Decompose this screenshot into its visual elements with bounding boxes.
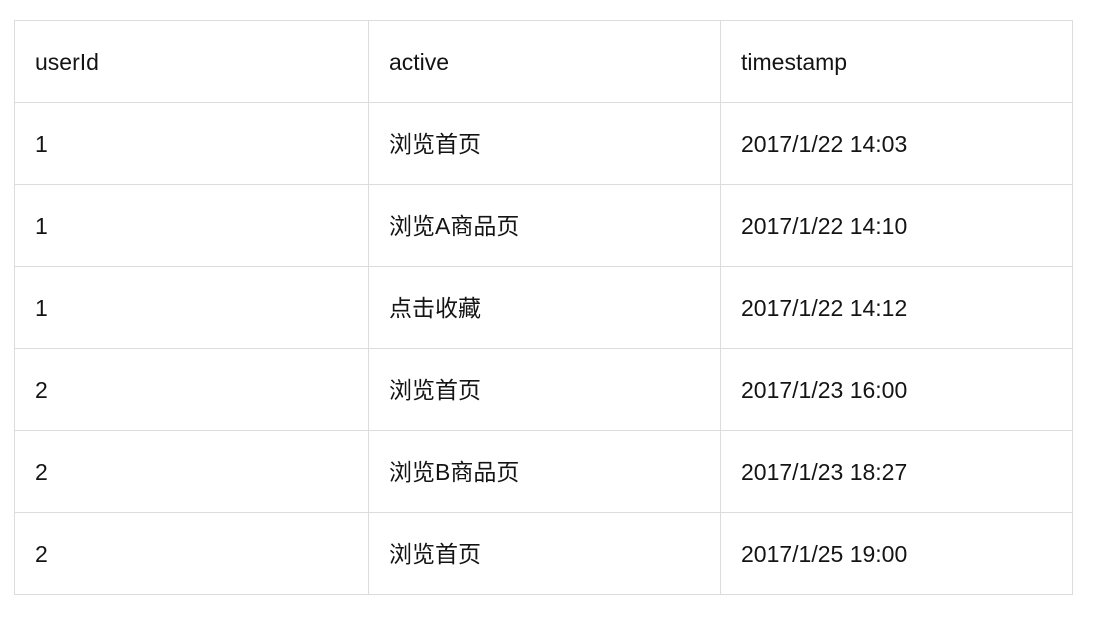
table-row: 2 浏览B商品页 2017/1/23 18:27 <box>14 430 1073 513</box>
cell-userid: 1 <box>14 102 369 185</box>
cell-timestamp: 2017/1/25 19:00 <box>720 512 1073 595</box>
column-header-timestamp: timestamp <box>720 20 1073 103</box>
cell-userid: 2 <box>14 348 369 431</box>
table-body: 1 浏览首页 2017/1/22 14:03 1 浏览A商品页 2017/1/2… <box>14 102 1073 595</box>
cell-userid: 1 <box>14 184 369 267</box>
cell-timestamp: 2017/1/23 16:00 <box>720 348 1073 431</box>
cell-userid: 1 <box>14 266 369 349</box>
cell-timestamp: 2017/1/22 14:10 <box>720 184 1073 267</box>
page-root: userId active timestamp 1 浏览首页 2017/1/22… <box>0 0 1094 620</box>
table-row: 2 浏览首页 2017/1/23 16:00 <box>14 348 1073 431</box>
cell-active: 点击收藏 <box>368 266 721 349</box>
cell-userid: 2 <box>14 512 369 595</box>
cell-timestamp: 2017/1/22 14:12 <box>720 266 1073 349</box>
cell-timestamp: 2017/1/22 14:03 <box>720 102 1073 185</box>
cell-active: 浏览首页 <box>368 102 721 185</box>
table-row: 1 点击收藏 2017/1/22 14:12 <box>14 266 1073 349</box>
column-header-active: active <box>368 20 721 103</box>
column-header-userid: userId <box>14 20 369 103</box>
user-activity-table: userId active timestamp 1 浏览首页 2017/1/22… <box>14 20 1073 595</box>
table-header: userId active timestamp <box>14 20 1073 103</box>
table-header-row: userId active timestamp <box>14 20 1073 103</box>
cell-active: 浏览A商品页 <box>368 184 721 267</box>
table-row: 1 浏览A商品页 2017/1/22 14:10 <box>14 184 1073 267</box>
cell-timestamp: 2017/1/23 18:27 <box>720 430 1073 513</box>
data-table-container: userId active timestamp 1 浏览首页 2017/1/22… <box>14 20 1073 595</box>
cell-active: 浏览B商品页 <box>368 430 721 513</box>
cell-userid: 2 <box>14 430 369 513</box>
cell-active: 浏览首页 <box>368 512 721 595</box>
table-row: 1 浏览首页 2017/1/22 14:03 <box>14 102 1073 185</box>
table-row: 2 浏览首页 2017/1/25 19:00 <box>14 512 1073 595</box>
cell-active: 浏览首页 <box>368 348 721 431</box>
